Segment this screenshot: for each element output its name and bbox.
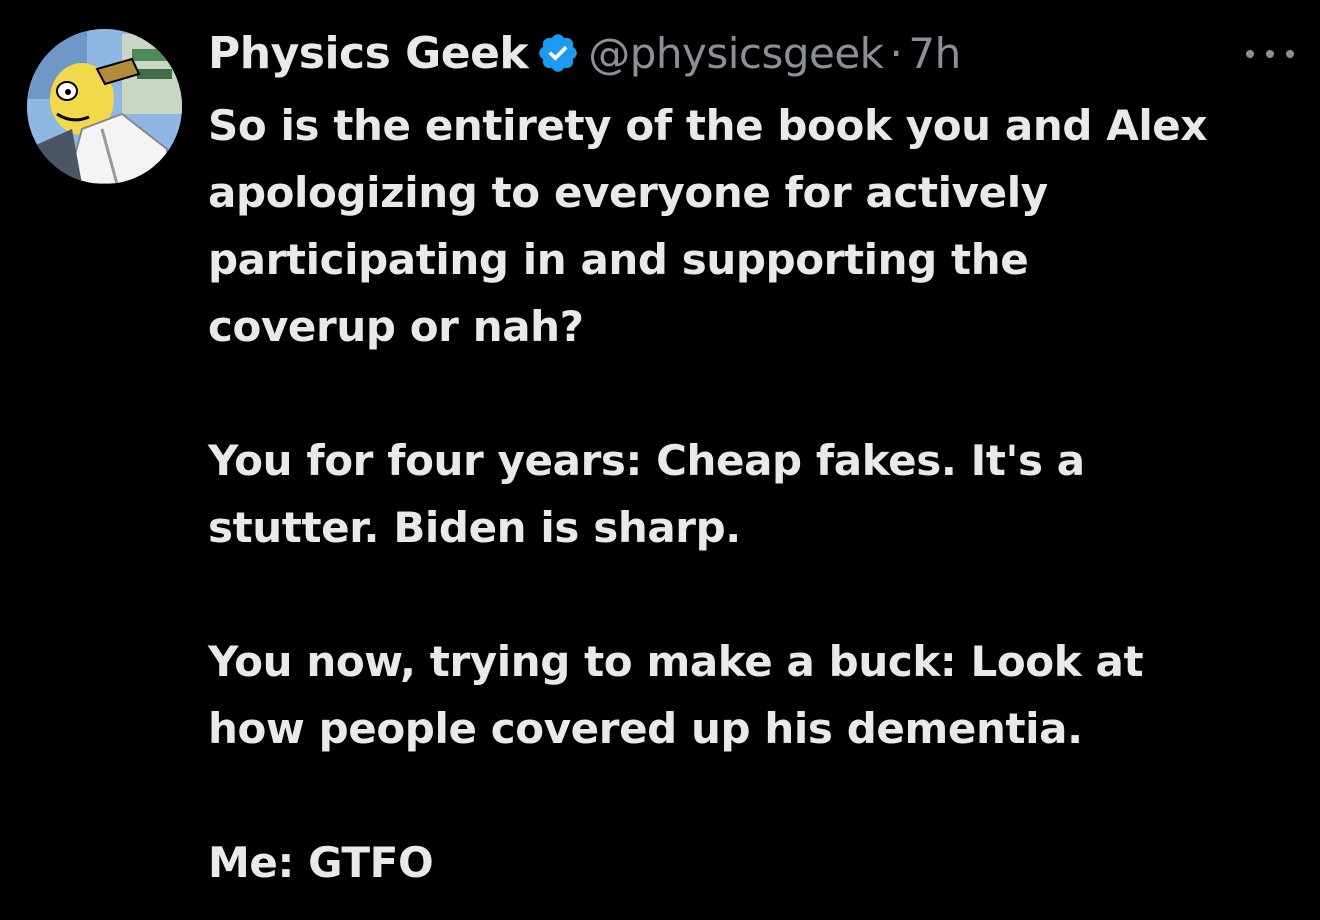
tweet-text: So is the entirety of the book you and A… xyxy=(208,92,1288,896)
timestamp[interactable]: 7h xyxy=(908,29,961,78)
tweet-line: how people covered up his dementia. xyxy=(208,704,1083,753)
tweet-paragraph: So is the entirety of the book you and A… xyxy=(208,92,1288,360)
tweet-paragraph: You for four years: Cheap fakes. It's a … xyxy=(208,427,1288,561)
ellipsis-icon[interactable] xyxy=(1242,44,1298,64)
handle[interactable]: @physicsgeek xyxy=(588,29,884,78)
tweet-line: participating in and supporting the xyxy=(208,235,1029,284)
avatar[interactable] xyxy=(27,29,182,184)
tweet-line: You now, trying to make a buck: Look at xyxy=(208,637,1144,686)
tweet-line: You for four years: Cheap fakes. It's a xyxy=(208,436,1085,485)
cartoon-character-avatar-icon xyxy=(27,29,182,184)
tweet-line: apologizing to everyone for actively xyxy=(208,168,1048,217)
verified-badge-icon xyxy=(536,31,580,75)
tweet-content: Physics Geek @physicsgeek · 7h So is the… xyxy=(208,22,1294,896)
tweet-line: So is the entirety of the book you and A… xyxy=(208,101,1208,150)
display-name[interactable]: Physics Geek xyxy=(208,28,529,79)
tweet-paragraph: You now, trying to make a buck: Look at … xyxy=(208,628,1288,762)
tweet-header: Physics Geek @physicsgeek · 7h xyxy=(208,22,1294,84)
separator-dot: · xyxy=(889,28,903,78)
tweet-line: Me: GTFO xyxy=(208,838,434,887)
tweet-paragraph: Me: GTFO xyxy=(208,829,1288,896)
tweet: Physics Geek @physicsgeek · 7h So is the… xyxy=(0,0,1320,920)
tweet-line: coverup or nah? xyxy=(208,302,584,351)
tweet-line: stutter. Biden is sharp. xyxy=(208,503,741,552)
